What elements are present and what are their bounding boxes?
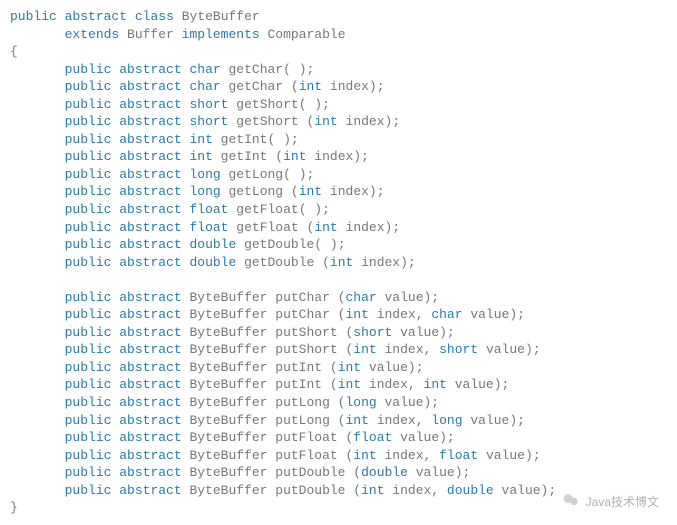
keyword-implements: implements xyxy=(182,27,260,42)
wechat-icon xyxy=(562,491,580,513)
method-lines: public abstract char getChar( ); public … xyxy=(10,62,556,498)
class-name: ByteBuffer xyxy=(182,9,260,24)
keyword-class: class xyxy=(135,9,174,24)
watermark-text: Java技术博文 xyxy=(586,494,659,510)
brace-open: { xyxy=(10,44,18,59)
code-block: public abstract class ByteBuffer extends… xyxy=(10,8,667,517)
watermark: Java技术博文 xyxy=(562,491,659,513)
interface-name: Comparable xyxy=(267,27,345,42)
keyword-extends: extends xyxy=(65,27,120,42)
keyword-abstract: abstract xyxy=(65,9,127,24)
brace-close: } xyxy=(10,500,18,515)
super-class: Buffer xyxy=(127,27,174,42)
keyword-public: public xyxy=(10,9,57,24)
